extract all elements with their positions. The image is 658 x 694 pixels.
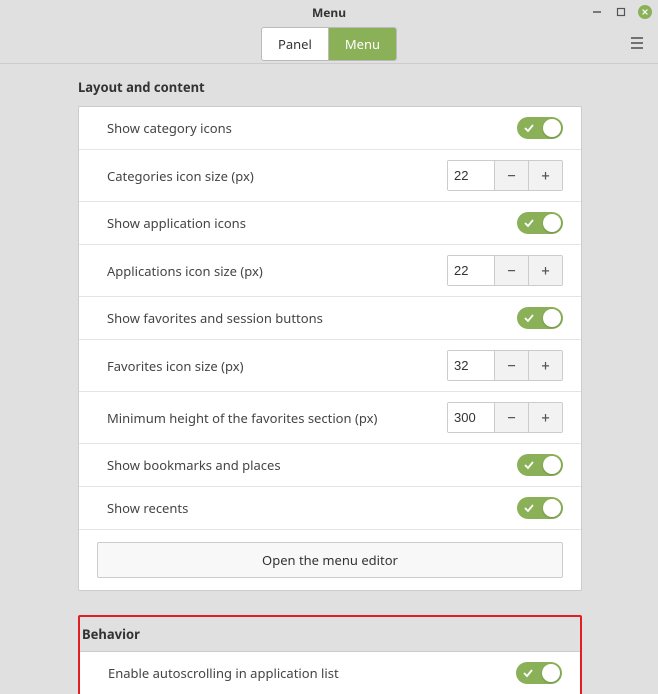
row-menu-editor: Open the menu editor <box>79 530 581 590</box>
content-area: Layout and content Show category icons C… <box>0 64 658 694</box>
toggle-knob <box>543 119 561 137</box>
input-min-height[interactable] <box>448 403 494 432</box>
increment-button[interactable]: + <box>528 161 562 190</box>
section-layout: Show category icons Categories icon size… <box>78 106 582 591</box>
row-autoscroll: Enable autoscrolling in application list <box>80 652 580 694</box>
check-icon <box>524 309 534 327</box>
section-title-behavior: Behavior <box>80 625 580 643</box>
section-title-layout: Layout and content <box>78 78 582 96</box>
toggle-knob <box>542 664 560 682</box>
label-app-icon-size: Applications icon size (px) <box>107 262 263 280</box>
hamburger-menu-icon[interactable] <box>630 35 644 53</box>
label-show-recents: Show recents <box>107 499 188 517</box>
label-fav-icon-size: Favorites icon size (px) <box>107 357 244 375</box>
label-autoscroll: Enable autoscrolling in application list <box>108 664 339 682</box>
row-cat-icon-size: Categories icon size (px) − + <box>79 150 581 202</box>
check-icon <box>524 119 534 137</box>
section-behavior-highlight: Behavior Enable autoscrolling in applica… <box>78 615 582 694</box>
toggle-show-app-icons[interactable] <box>517 212 563 234</box>
tab-menu[interactable]: Menu <box>329 28 396 60</box>
check-icon <box>524 499 534 517</box>
window-controls <box>590 0 652 24</box>
titlebar: Menu <box>0 0 658 24</box>
toolbar: Panel Menu <box>0 24 658 64</box>
row-show-recents: Show recents <box>79 487 581 530</box>
label-min-height: Minimum height of the favorites section … <box>107 409 377 427</box>
label-cat-icon-size: Categories icon size (px) <box>107 167 254 185</box>
check-icon <box>524 214 534 232</box>
row-min-height: Minimum height of the favorites section … <box>79 392 581 444</box>
window-title: Menu <box>312 4 346 21</box>
decrement-button[interactable]: − <box>494 256 528 285</box>
decrement-button[interactable]: − <box>494 403 528 432</box>
toggle-knob <box>543 499 561 517</box>
open-menu-editor-button[interactable]: Open the menu editor <box>97 542 563 578</box>
close-button[interactable] <box>638 5 652 19</box>
row-fav-icon-size: Favorites icon size (px) − + <box>79 340 581 392</box>
toggle-show-bookmarks[interactable] <box>517 454 563 476</box>
input-cat-icon-size[interactable] <box>448 161 494 190</box>
decrement-button[interactable]: − <box>494 351 528 380</box>
row-app-icon-size: Applications icon size (px) − + <box>79 245 581 297</box>
maximize-button[interactable] <box>614 5 628 19</box>
check-icon <box>524 456 534 474</box>
row-show-favorites: Show favorites and session buttons <box>79 297 581 340</box>
spin-min-height: − + <box>447 402 563 433</box>
toggle-knob <box>543 309 561 327</box>
label-show-category-icons: Show category icons <box>107 119 232 137</box>
label-show-favorites: Show favorites and session buttons <box>107 309 323 327</box>
toggle-show-recents[interactable] <box>517 497 563 519</box>
label-show-bookmarks: Show bookmarks and places <box>107 456 281 474</box>
row-show-app-icons: Show application icons <box>79 202 581 245</box>
toggle-knob <box>543 214 561 232</box>
input-fav-icon-size[interactable] <box>448 351 494 380</box>
toggle-knob <box>543 456 561 474</box>
label-show-app-icons: Show application icons <box>107 214 246 232</box>
tab-group: Panel Menu <box>261 27 397 61</box>
input-app-icon-size[interactable] <box>448 256 494 285</box>
spin-cat-icon-size: − + <box>447 160 563 191</box>
tab-panel[interactable]: Panel <box>262 28 329 60</box>
spin-app-icon-size: − + <box>447 255 563 286</box>
increment-button[interactable]: + <box>528 351 562 380</box>
decrement-button[interactable]: − <box>494 161 528 190</box>
toggle-show-favorites[interactable] <box>517 307 563 329</box>
check-icon <box>523 664 533 682</box>
minimize-button[interactable] <box>590 5 604 19</box>
settings-window: Menu Panel Menu Layout and content Show … <box>0 0 658 694</box>
spin-fav-icon-size: − + <box>447 350 563 381</box>
increment-button[interactable]: + <box>528 256 562 285</box>
section-behavior: Enable autoscrolling in application list… <box>80 651 580 694</box>
toggle-show-category-icons[interactable] <box>517 117 563 139</box>
toggle-autoscroll[interactable] <box>516 662 562 684</box>
row-show-bookmarks: Show bookmarks and places <box>79 444 581 487</box>
increment-button[interactable]: + <box>528 403 562 432</box>
row-show-category-icons: Show category icons <box>79 107 581 150</box>
